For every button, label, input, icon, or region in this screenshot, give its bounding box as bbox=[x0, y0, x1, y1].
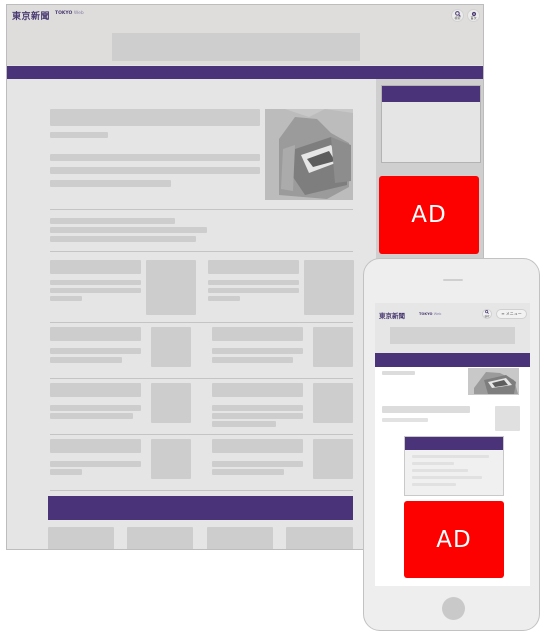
card-text-line bbox=[212, 348, 303, 354]
mobile-nav-bar[interactable] bbox=[375, 353, 530, 367]
card-thumbnail[interactable] bbox=[151, 383, 191, 423]
card-title-placeholder[interactable] bbox=[50, 439, 141, 453]
tower-photo-illustration bbox=[468, 368, 519, 395]
search-button[interactable]: 検索 bbox=[451, 9, 464, 22]
mobile-site-header: 東京新聞 TOKYO Web 検索 ≡ メニュー bbox=[375, 303, 530, 359]
list-text-line bbox=[50, 227, 207, 233]
mobile-widget-line bbox=[412, 476, 482, 479]
divider bbox=[50, 251, 353, 252]
top-button[interactable]: 首次 bbox=[467, 9, 480, 22]
mobile-widget-header bbox=[405, 437, 503, 450]
card-text-line bbox=[212, 469, 284, 475]
mobile-site-logo-en: TOKYO Web bbox=[419, 312, 441, 316]
site-logo-en: TOKYO Web bbox=[55, 11, 84, 16]
section-thumbnail[interactable] bbox=[127, 527, 193, 549]
card-text-line bbox=[212, 461, 303, 467]
mobile-article-title-placeholder[interactable] bbox=[382, 406, 470, 413]
divider bbox=[50, 434, 353, 435]
card-text-line bbox=[50, 288, 141, 293]
mobile-article-meta-placeholder bbox=[382, 418, 428, 422]
hero-image[interactable] bbox=[265, 109, 353, 200]
site-logo-jp[interactable]: 東京新聞 bbox=[12, 9, 50, 22]
card-text-line bbox=[50, 280, 141, 285]
card-thumbnail[interactable] bbox=[313, 439, 353, 479]
list-text-line bbox=[50, 236, 196, 242]
card-thumbnail[interactable] bbox=[146, 260, 196, 315]
section-header-bar bbox=[48, 496, 353, 520]
divider bbox=[50, 322, 353, 323]
sidebar-ad[interactable]: AD bbox=[379, 176, 479, 254]
card-text-line bbox=[208, 280, 299, 285]
card-title-placeholder[interactable] bbox=[50, 260, 141, 274]
mobile-search-label: 検索 bbox=[484, 315, 490, 318]
card-thumbnail[interactable] bbox=[313, 383, 353, 423]
mobile-header-banner-placeholder[interactable] bbox=[390, 327, 515, 344]
hero-headline-placeholder[interactable] bbox=[50, 109, 260, 126]
card-title-placeholder[interactable] bbox=[212, 439, 303, 453]
card-title-placeholder[interactable] bbox=[212, 327, 303, 341]
card-thumbnail[interactable] bbox=[151, 327, 191, 367]
mobile-menu-button[interactable]: ≡ メニュー bbox=[496, 309, 527, 319]
hero-text-line bbox=[50, 180, 171, 187]
top-button-label: 首次 bbox=[470, 16, 477, 20]
card-text-line bbox=[50, 461, 141, 467]
tower-photo-illustration bbox=[265, 109, 353, 200]
mobile-widget-line bbox=[412, 469, 468, 472]
card-text-line bbox=[208, 288, 299, 293]
card-thumbnail[interactable] bbox=[304, 260, 354, 315]
card-title-placeholder[interactable] bbox=[50, 327, 141, 341]
card-thumbnail[interactable] bbox=[313, 327, 353, 367]
phone-home-button[interactable] bbox=[442, 597, 465, 620]
phone-screen: 東京新聞 TOKYO Web 検索 ≡ メニュー AD bbox=[375, 303, 530, 586]
card-text-line bbox=[50, 296, 82, 301]
search-button-label: 検索 bbox=[454, 16, 461, 20]
mobile-ad[interactable]: AD bbox=[404, 501, 504, 578]
mobile-search-button[interactable]: 検索 bbox=[482, 309, 492, 319]
global-nav-bar[interactable] bbox=[7, 66, 483, 79]
phone-speaker bbox=[443, 279, 463, 281]
hero-date-placeholder bbox=[50, 132, 108, 138]
card-text-line bbox=[212, 421, 276, 427]
section-thumbnail[interactable] bbox=[207, 527, 273, 549]
magnifier-icon-svg bbox=[485, 310, 489, 314]
list-text-line bbox=[50, 218, 175, 224]
smartphone-mockup: 東京新聞 TOKYO Web 検索 ≡ メニュー AD bbox=[363, 258, 540, 631]
site-header: 東京新聞 TOKYO Web 検索 首次 bbox=[7, 5, 483, 65]
card-text-line bbox=[50, 413, 133, 419]
logo-en-suffix: Web bbox=[73, 11, 84, 16]
hero-text-line bbox=[50, 154, 260, 161]
mobile-article-thumbnail[interactable] bbox=[495, 406, 520, 431]
divider bbox=[50, 490, 353, 491]
hero-text-line bbox=[50, 167, 260, 174]
card-title-placeholder[interactable] bbox=[208, 260, 299, 274]
divider bbox=[50, 378, 353, 379]
card-text-line bbox=[208, 296, 240, 301]
divider bbox=[50, 209, 353, 210]
logo-en-text: TOKYO bbox=[55, 11, 73, 16]
card-text-line bbox=[50, 469, 82, 475]
card-thumbnail[interactable] bbox=[151, 439, 191, 479]
card-text-line bbox=[212, 405, 303, 411]
card-title-placeholder[interactable] bbox=[212, 383, 303, 397]
section-thumbnail[interactable] bbox=[286, 527, 353, 549]
card-title-placeholder[interactable] bbox=[50, 383, 141, 397]
mobile-logo-en-suffix: Web bbox=[433, 312, 442, 316]
card-text-line bbox=[50, 357, 122, 363]
mobile-widget-line bbox=[412, 455, 489, 458]
mobile-date-placeholder bbox=[382, 371, 415, 375]
sidebar-widget-header bbox=[382, 86, 480, 102]
sidebar-widget bbox=[381, 85, 481, 163]
mobile-widget-line bbox=[412, 483, 456, 486]
mobile-hero-image[interactable] bbox=[468, 368, 519, 395]
card-text-line bbox=[212, 357, 293, 363]
card-text-line bbox=[50, 405, 141, 411]
card-text-line bbox=[50, 348, 141, 354]
section-thumbnail[interactable] bbox=[48, 527, 114, 549]
mobile-site-logo-jp[interactable]: 東京新聞 bbox=[379, 310, 405, 320]
card-text-line bbox=[212, 413, 303, 419]
mobile-logo-en-text: TOKYO bbox=[419, 312, 433, 316]
mobile-widget bbox=[404, 436, 504, 496]
header-banner-placeholder[interactable] bbox=[112, 33, 360, 61]
mobile-widget-line bbox=[412, 462, 454, 465]
